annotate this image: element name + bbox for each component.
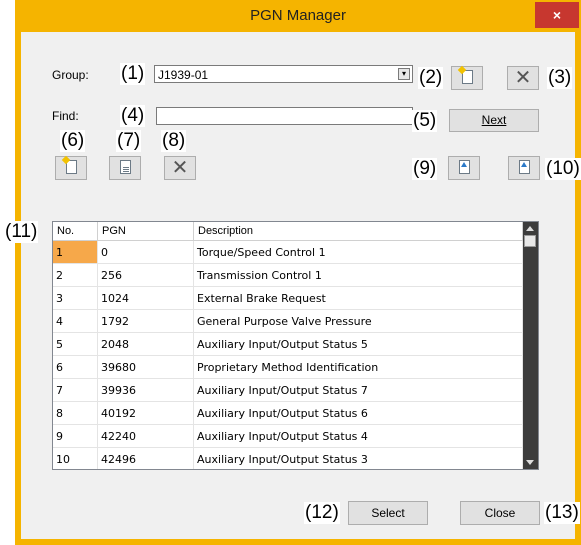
vertical-scrollbar[interactable] <box>523 222 538 469</box>
row-number-cell[interactable]: 5 <box>53 333 98 355</box>
edit-pgn-button[interactable] <box>109 156 141 180</box>
row-number-cell[interactable]: 9 <box>53 425 98 447</box>
callout-2: (2) <box>418 67 444 89</box>
table-row[interactable]: 8 40192 Auxiliary Input/Output Status 6 <box>53 402 523 425</box>
new-pgn-button[interactable] <box>55 155 87 180</box>
row-number-cell[interactable]: 3 <box>53 287 98 309</box>
table-header: No. PGN Description <box>53 222 523 241</box>
description-cell[interactable]: Auxiliary Input/Output Status 6 <box>194 402 523 424</box>
row-number-cell[interactable]: 7 <box>53 379 98 401</box>
description-cell[interactable]: Auxiliary Input/Output Status 5 <box>194 333 523 355</box>
table-row[interactable]: 10 42496 Auxiliary Input/Output Status 3 <box>53 448 523 469</box>
new-document-icon <box>457 65 473 84</box>
row-number-cell[interactable]: 6 <box>53 356 98 378</box>
chevron-down-icon[interactable]: ▾ <box>398 68 410 80</box>
column-header-pgn[interactable]: PGN <box>98 222 194 240</box>
delete-x-icon: ✕ <box>171 157 189 179</box>
row-number-cell[interactable]: 2 <box>53 264 98 286</box>
callout-6: (6) <box>60 130 86 152</box>
pgn-table[interactable]: No. PGN Description 1 0 Torque/Speed Con… <box>52 221 539 470</box>
row-number-cell[interactable]: 1 <box>53 241 98 263</box>
callout-4: (4) <box>120 105 146 127</box>
find-label: Find: <box>52 109 79 123</box>
callout-13: (13) <box>544 502 580 524</box>
new-group-button[interactable] <box>451 65 483 90</box>
delete-pgn-button[interactable]: ✕ <box>164 156 196 180</box>
delete-group-button[interactable]: ✕ <box>507 66 539 90</box>
description-cell[interactable]: Torque/Speed Control 1 <box>194 241 523 263</box>
table-row[interactable]: 1 0 Torque/Speed Control 1 <box>53 241 523 264</box>
scroll-up-arrow-icon[interactable] <box>526 226 534 231</box>
pgn-cell[interactable]: 39936 <box>98 379 194 401</box>
close-button[interactable]: Close <box>460 501 540 525</box>
description-cell[interactable]: Proprietary Method Identification <box>194 356 523 378</box>
pgn-cell[interactable]: 2048 <box>98 333 194 355</box>
callout-7: (7) <box>116 130 142 152</box>
table-row[interactable]: 2 256 Transmission Control 1 <box>53 264 523 287</box>
group-select-value: J1939-01 <box>158 68 209 82</box>
callout-9: (9) <box>412 158 438 180</box>
table-row[interactable]: 9 42240 Auxiliary Input/Output Status 4 <box>53 425 523 448</box>
row-number-cell[interactable]: 10 <box>53 448 98 469</box>
column-header-description[interactable]: Description <box>194 222 523 240</box>
column-header-no[interactable]: No. <box>53 222 98 240</box>
table-row[interactable]: 7 39936 Auxiliary Input/Output Status 7 <box>53 379 523 402</box>
scrollbar-thumb[interactable] <box>524 235 536 247</box>
export-button[interactable] <box>508 156 540 180</box>
scroll-down-arrow-icon[interactable] <box>526 460 534 465</box>
callout-10: (10) <box>545 158 581 180</box>
delete-x-icon: ✕ <box>514 67 532 89</box>
callout-12: (12) <box>304 502 340 524</box>
pgn-cell[interactable]: 256 <box>98 264 194 286</box>
pgn-cell[interactable]: 42496 <box>98 448 194 469</box>
callout-5: (5) <box>412 110 438 132</box>
description-cell[interactable]: Auxiliary Input/Output Status 7 <box>194 379 523 401</box>
description-cell[interactable]: Auxiliary Input/Output Status 4 <box>194 425 523 447</box>
row-number-cell[interactable]: 4 <box>53 310 98 332</box>
table-row[interactable]: 5 2048 Auxiliary Input/Output Status 5 <box>53 333 523 356</box>
description-cell[interactable]: Transmission Control 1 <box>194 264 523 286</box>
new-document-icon <box>61 155 77 174</box>
description-cell[interactable]: External Brake Request <box>194 287 523 309</box>
table-row[interactable]: 3 1024 External Brake Request <box>53 287 523 310</box>
description-cell[interactable]: Auxiliary Input/Output Status 3 <box>194 448 523 469</box>
window-title: PGN Manager <box>250 7 346 24</box>
next-button[interactable]: Next <box>449 109 539 132</box>
callout-1: (1) <box>120 63 146 85</box>
description-cell[interactable]: General Purpose Valve Pressure <box>194 310 523 332</box>
pgn-cell[interactable]: 1792 <box>98 310 194 332</box>
pgn-cell[interactable]: 40192 <box>98 402 194 424</box>
callout-11: (11) <box>4 221 39 243</box>
callout-3: (3) <box>547 67 573 89</box>
pgn-cell[interactable]: 1024 <box>98 287 194 309</box>
group-label: Group: <box>52 68 89 82</box>
callout-8: (8) <box>161 130 187 152</box>
table-row[interactable]: 4 1792 General Purpose Valve Pressure <box>53 310 523 333</box>
pgn-cell[interactable]: 42240 <box>98 425 194 447</box>
group-select[interactable]: J1939-01 ▾ <box>154 65 413 83</box>
edit-properties-icon <box>120 160 131 174</box>
import-icon <box>459 160 470 174</box>
window-close-button[interactable]: × <box>535 2 579 28</box>
row-number-cell[interactable]: 8 <box>53 402 98 424</box>
pgn-cell[interactable]: 0 <box>98 241 194 263</box>
table-row[interactable]: 6 39680 Proprietary Method Identificatio… <box>53 356 523 379</box>
pgn-cell[interactable]: 39680 <box>98 356 194 378</box>
find-input[interactable] <box>156 107 413 125</box>
import-button[interactable] <box>448 156 480 180</box>
select-button[interactable]: Select <box>348 501 428 525</box>
export-icon <box>519 160 530 174</box>
